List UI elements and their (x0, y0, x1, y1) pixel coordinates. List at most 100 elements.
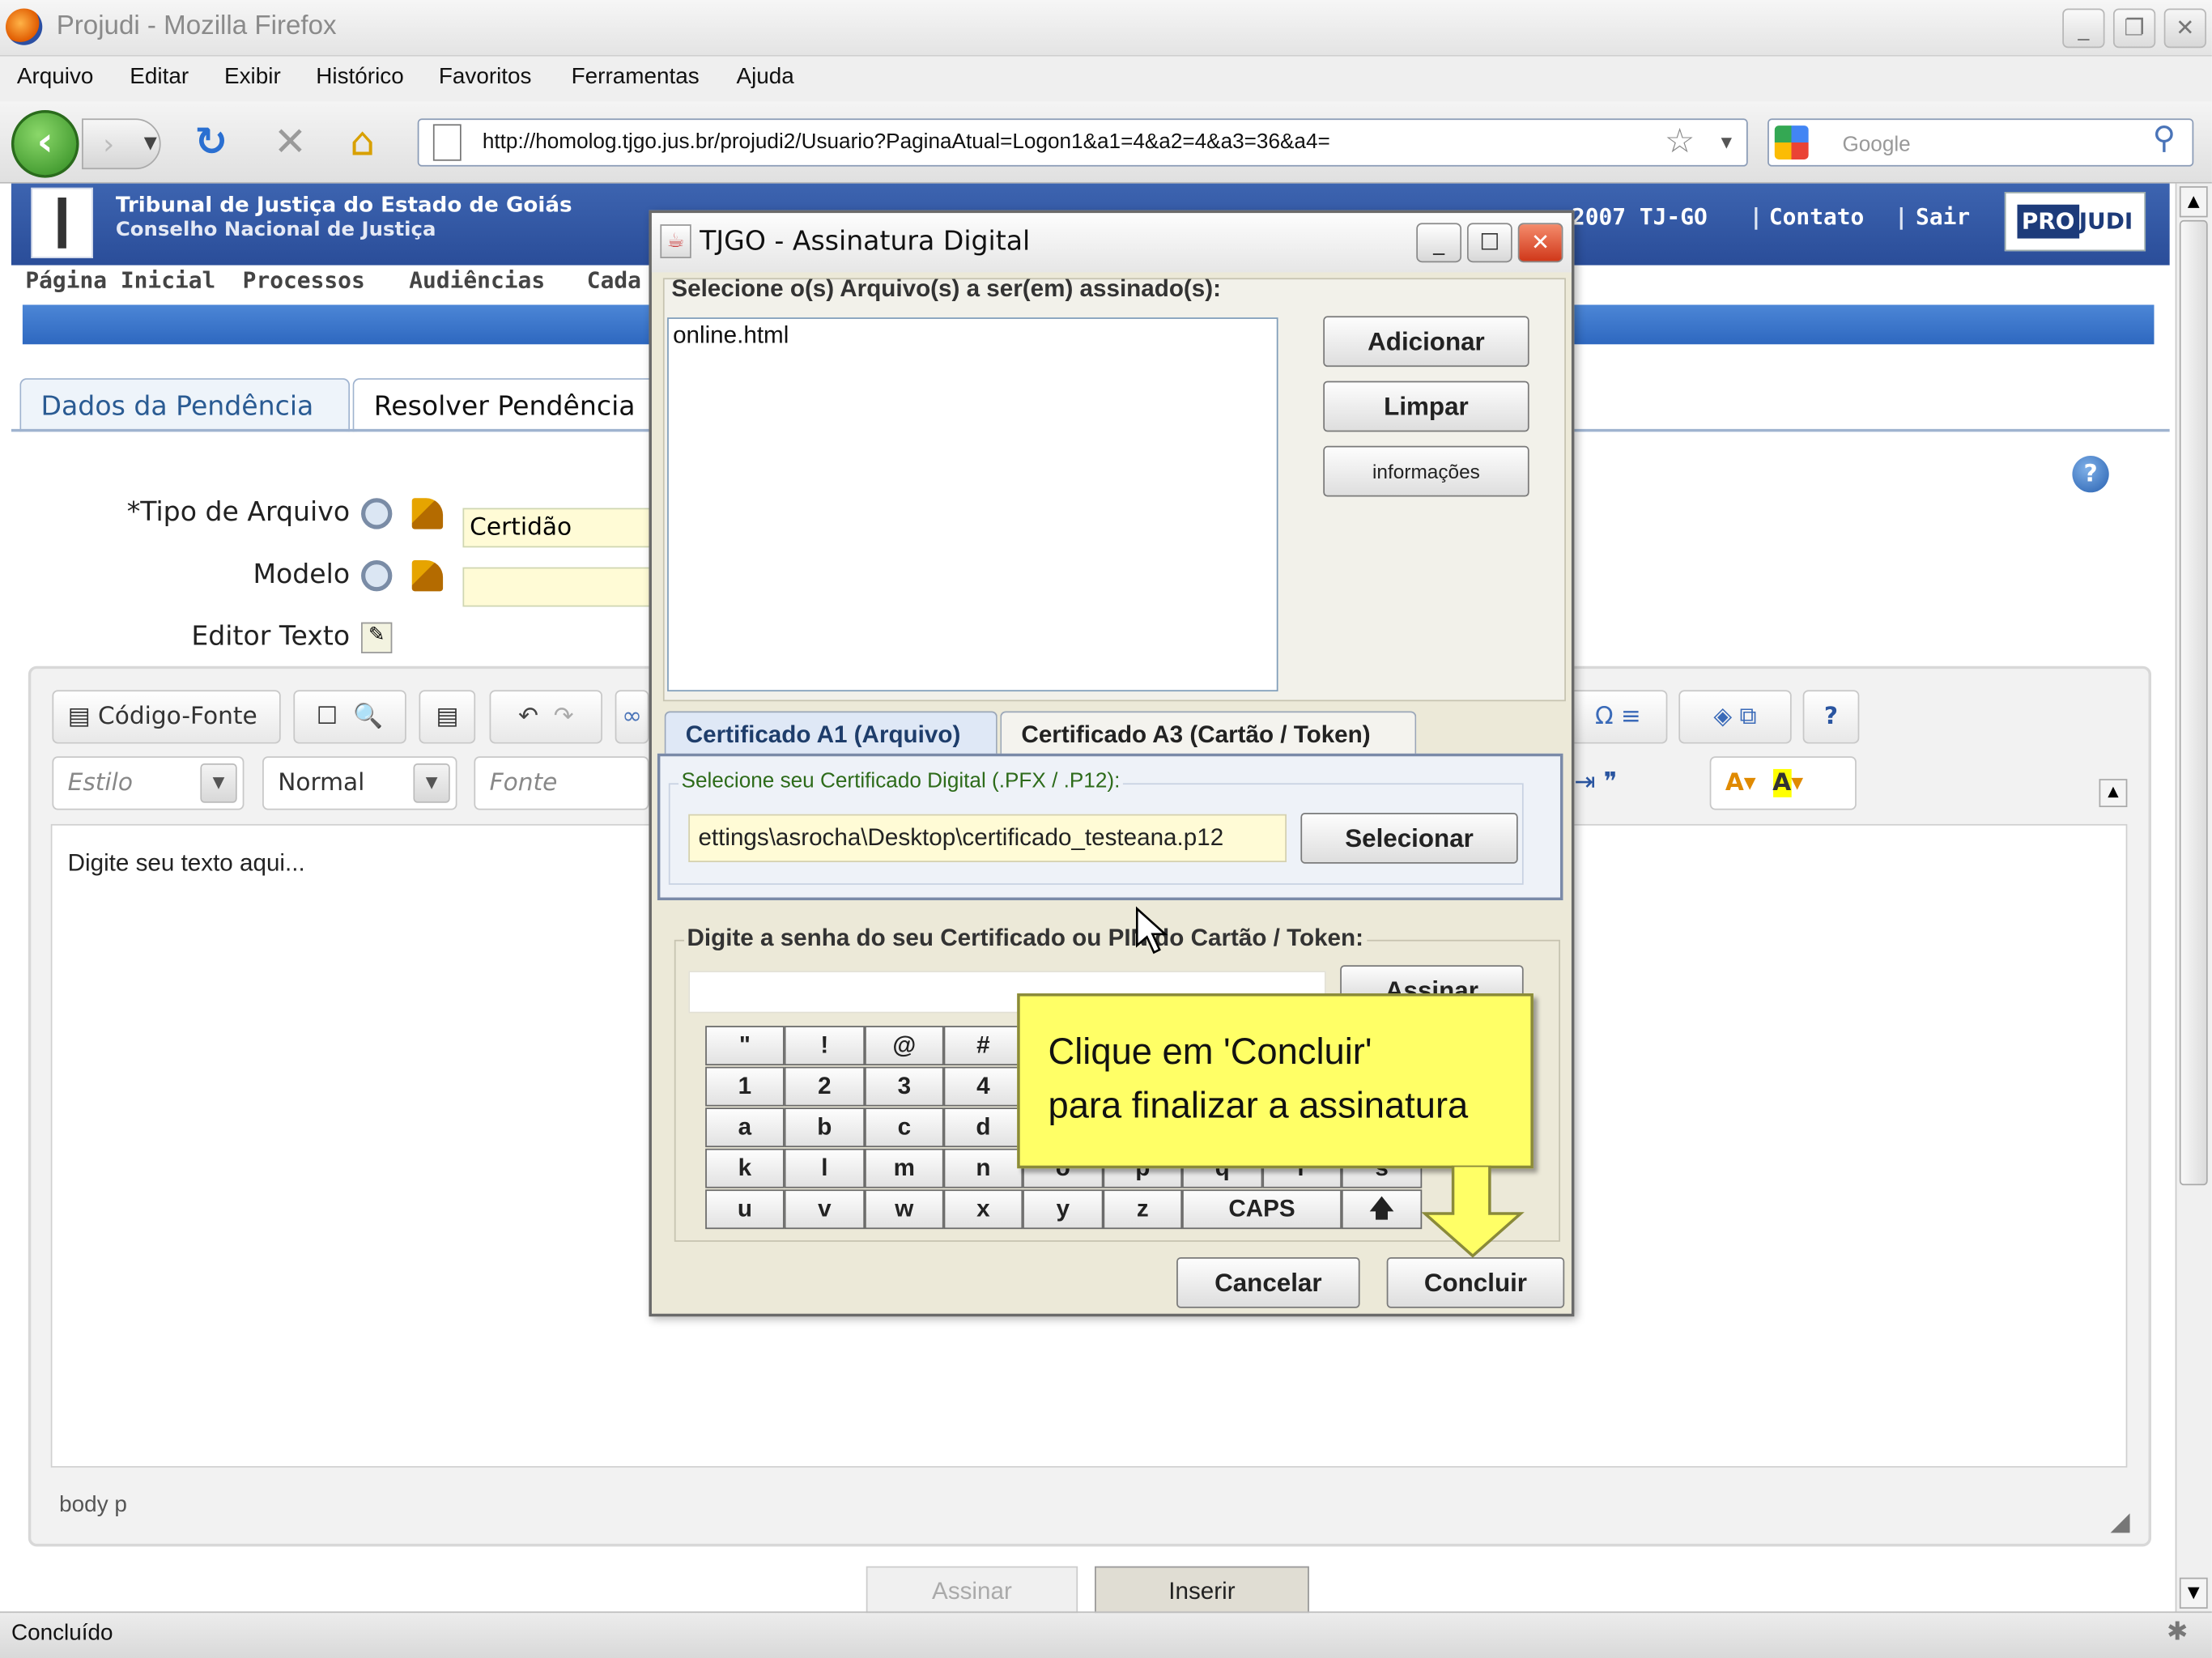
menu-exibir[interactable]: Exibir (224, 65, 281, 90)
undo-redo-buttons[interactable]: ↶ ↷ (489, 690, 602, 744)
projudi-logo: PRO JUDI (2004, 192, 2146, 252)
tab-resolver-pendencia[interactable]: Resolver Pendência (352, 378, 663, 432)
inserir-button[interactable]: Inserir (1095, 1566, 1309, 1614)
key-l[interactable]: l (784, 1148, 866, 1188)
key-a[interactable]: a (705, 1107, 785, 1148)
back-icon[interactable]: ‹ (11, 109, 79, 178)
menu-favoritos[interactable]: Favoritos (439, 65, 532, 90)
scroll-up-icon[interactable]: ▲ (2179, 186, 2208, 218)
nav-processos[interactable]: Processos (243, 266, 365, 293)
key-3[interactable]: 3 (865, 1066, 944, 1107)
contato-link[interactable]: Contato (1769, 203, 1864, 230)
key-4[interactable]: 4 (943, 1066, 1023, 1107)
help-icon[interactable]: ? (2072, 455, 2109, 493)
key-n[interactable]: n (943, 1148, 1023, 1188)
key-caps[interactable]: CAPS (1182, 1189, 1342, 1230)
key-2[interactable]: 2 (784, 1066, 866, 1107)
key-hash[interactable]: # (943, 1026, 1023, 1065)
key-y[interactable]: y (1023, 1189, 1104, 1230)
close-icon[interactable]: ✕ (2163, 8, 2206, 49)
dialog-maximize-icon[interactable]: ☐ (1466, 223, 1512, 263)
url-text[interactable]: http://homolog.tjgo.jus.br/projudi2/Usua… (483, 130, 1330, 154)
tab-certificado-a1[interactable]: Certificado A1 (Arquivo) (664, 711, 998, 757)
certificate-path-input[interactable]: ettings\asrocha\Desktop\certificado_test… (688, 814, 1287, 862)
menu-bar: Arquivo Editar Exibir Histórico Favorito… (0, 56, 2212, 102)
bookmark-star-icon[interactable]: ☆ (1665, 121, 1695, 161)
maximize-editor-icon[interactable]: ◈ ⧉ (1678, 690, 1792, 744)
key-at[interactable]: @ (865, 1026, 944, 1065)
nav-cadastros[interactable]: Cada (587, 266, 641, 293)
clear-brush-icon[interactable] (411, 498, 444, 529)
stop-icon[interactable]: ✕ (274, 118, 307, 166)
concluir-button[interactable]: Concluir (1386, 1257, 1565, 1308)
selecionar-button[interactable]: Selecionar (1300, 812, 1518, 864)
key-c[interactable]: c (865, 1107, 944, 1148)
modelo-input[interactable] (462, 567, 661, 607)
editor-help-icon[interactable]: ? (1802, 690, 1860, 744)
search-icon[interactable] (361, 498, 393, 529)
dialog-minimize-icon[interactable]: _ (1416, 223, 1462, 263)
limpar-button[interactable]: Limpar (1323, 380, 1529, 432)
special-char-icon[interactable]: Ω ≡ (1568, 690, 1668, 744)
menu-arquivo[interactable]: Arquivo (17, 65, 94, 90)
menu-editar[interactable]: Editar (130, 65, 189, 90)
nav-audiencias[interactable]: Audiências (409, 266, 545, 293)
scroll-thumb[interactable] (2179, 219, 2208, 1186)
history-dropdown-icon[interactable]: ▼ (144, 118, 157, 166)
maximize-icon[interactable]: ❐ (2112, 8, 2156, 49)
text-color-icon: A▾ (1725, 768, 1756, 797)
menu-ajuda[interactable]: Ajuda (736, 65, 793, 90)
search-icon[interactable] (361, 559, 393, 592)
tab-certificado-a3[interactable]: Certificado A3 (Cartão / Token) (1000, 711, 1417, 757)
new-preview-buttons[interactable]: ☐ 🔍 (293, 690, 406, 744)
style-combo[interactable]: Estilo ▼ (52, 756, 245, 810)
menu-ferramentas[interactable]: Ferramentas (572, 65, 700, 90)
key-w[interactable]: w (865, 1189, 944, 1230)
tab-dados-pendencia[interactable]: Dados da Pendência (19, 378, 351, 432)
url-dropdown-icon[interactable]: ▼ (1721, 135, 1732, 151)
editor-placeholder[interactable]: Digite seu texto aqui... (68, 849, 305, 878)
key-z[interactable]: z (1103, 1189, 1183, 1230)
search-magnifier-icon[interactable]: ⚲ (2153, 121, 2176, 157)
file-list[interactable] (667, 317, 1278, 692)
adicionar-button[interactable]: Adicionar (1323, 316, 1529, 368)
minimize-icon[interactable]: _ (2062, 8, 2105, 49)
key-v[interactable]: v (784, 1189, 866, 1230)
key-d[interactable]: d (943, 1107, 1023, 1148)
nav-pagina-inicial[interactable]: Página Inicial (25, 266, 215, 293)
format-combo[interactable]: Normal ▼ (262, 756, 457, 810)
key-shift[interactable]: 🡅 (1341, 1189, 1423, 1230)
collapse-toolbar-icon[interactable]: ▲ (2099, 779, 2128, 807)
reload-icon[interactable]: ↻ (194, 118, 228, 166)
edit-icon[interactable]: ✎ (361, 622, 393, 654)
menu-historico[interactable]: Histórico (316, 65, 403, 90)
sair-link[interactable]: Sair (1916, 203, 1970, 230)
color-buttons[interactable]: A▾ A▾ (1709, 756, 1857, 810)
key-u[interactable]: u (705, 1189, 785, 1230)
dialog-close-icon[interactable]: ✕ (1517, 223, 1563, 263)
cancelar-button[interactable]: Cancelar (1176, 1257, 1360, 1308)
resize-handle-icon[interactable]: ◢ (2110, 1507, 2129, 1537)
google-icon[interactable] (1774, 125, 1809, 159)
key-m[interactable]: m (865, 1148, 944, 1188)
search-input[interactable] (1767, 118, 2194, 167)
key-b[interactable]: b (784, 1107, 866, 1148)
clear-brush-icon[interactable] (411, 559, 444, 592)
scroll-down-icon[interactable]: ▼ (2179, 1577, 2208, 1609)
template-icon[interactable]: ▤ (419, 690, 476, 744)
tipo-arquivo-input[interactable]: Certidão (462, 508, 661, 548)
key-quote[interactable]: " (705, 1026, 785, 1065)
indent-blockquote-icons[interactable]: ⇥ ❞ (1574, 767, 1617, 797)
key-1[interactable]: 1 (705, 1066, 785, 1107)
list-item[interactable]: online.html (673, 321, 789, 350)
key-x[interactable]: x (943, 1189, 1023, 1230)
link-icon[interactable]: ∞ (615, 690, 649, 744)
font-combo[interactable]: Fonte (474, 756, 649, 810)
informacoes-button[interactable]: informações (1323, 445, 1529, 497)
key-exclamation[interactable]: ! (784, 1026, 866, 1065)
java-icon: ☕ (660, 224, 691, 258)
search-placeholder: Google (1842, 132, 1911, 157)
key-k[interactable]: k (705, 1148, 785, 1188)
home-icon[interactable]: ⌂ (350, 118, 375, 166)
source-code-button[interactable]: ▤ Código-Fonte (52, 690, 281, 744)
